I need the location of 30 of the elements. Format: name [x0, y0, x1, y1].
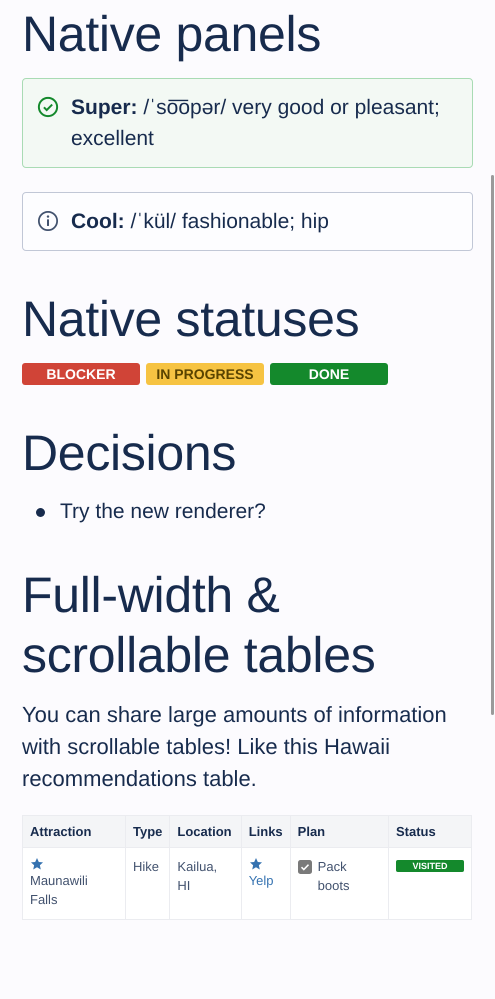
panel-text: Super: /ˈso͞opər/ very good or pleasant; excellent: [71, 95, 441, 152]
column-header: Attraction: [22, 816, 126, 848]
section-heading: Native panels: [22, 5, 322, 64]
status-lozenge: DONE: [270, 363, 388, 385]
column-header: Type: [126, 816, 170, 848]
table-cell-text: Hike: [133, 858, 160, 876]
panel-text: Cool: /ˈkül/ fashionable; hip: [71, 209, 329, 235]
star-icon: [30, 857, 44, 871]
status-lozenge: BLOCKER: [22, 363, 140, 385]
task-text: Pack boots: [318, 858, 350, 895]
star-icon: [248, 857, 263, 871]
section-heading: Native statuses: [22, 290, 360, 349]
bullet-icon: [36, 508, 45, 516]
column-header: Location: [170, 816, 242, 848]
table-cell-text: Maunawili Falls: [30, 872, 89, 909]
yelp-link[interactable]: Yelp: [248, 871, 283, 890]
checkbox[interactable]: [298, 860, 312, 874]
scrollbar[interactable]: [491, 175, 494, 715]
table-cell-text: Kailua, HI: [177, 858, 218, 895]
section-heading: Decisions: [22, 424, 238, 483]
column-header: Links: [241, 816, 290, 848]
status-lozenge: VISITED: [396, 860, 464, 872]
paragraph: You can share large amounts of information with scrollable tables! Like this Hawaii recommendations table.: [22, 701, 448, 793]
decision-text: Try the new renderer?: [60, 499, 266, 525]
status-lozenge: IN PROGRESS: [146, 363, 264, 385]
column-header: Plan: [290, 816, 388, 848]
column-header: Status: [388, 816, 472, 848]
section-heading: Full-width & scrollable tables: [22, 566, 376, 685]
check-circle-icon: [37, 96, 59, 118]
info-icon: [37, 210, 59, 232]
